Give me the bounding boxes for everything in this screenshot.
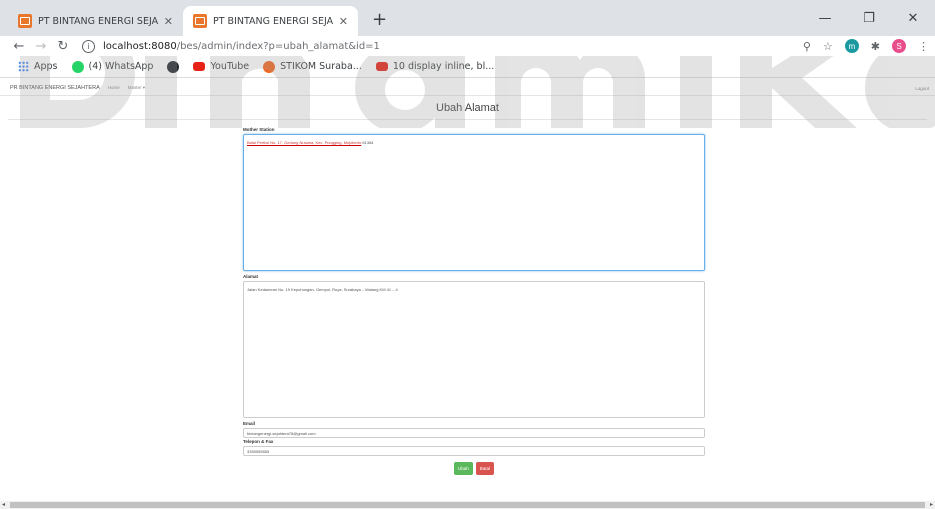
- telepon-label: Telepon & Fax: [243, 439, 274, 444]
- bookmark-display-inline[interactable]: 10 display inline, bl...: [375, 61, 495, 72]
- email-label: Email: [243, 421, 256, 426]
- bookmark-label: 10 display inline, bl...: [392, 61, 495, 72]
- form-actions: Ubah Batal: [243, 462, 705, 475]
- site-favicon-icon: [18, 14, 32, 28]
- email-input[interactable]: bintangenergi.sejahtera78@gmail.com: [243, 428, 705, 438]
- forward-icon[interactable]: →: [30, 39, 52, 54]
- site-favicon-icon: [193, 14, 207, 28]
- mother-station-text: Balai Pertiwi No. 17, Gedung Nusana, Kec…: [247, 140, 362, 145]
- address-bar[interactable]: i localhost:8080/bes/admin/index?p=ubah_…: [82, 37, 380, 55]
- browser-toolbar: ← → ↻ i localhost:8080/bes/admin/index?p…: [0, 36, 935, 56]
- divider: [8, 119, 927, 120]
- minimize-icon[interactable]: —: [803, 0, 847, 36]
- github-icon: [167, 60, 180, 73]
- alamat-textarea[interactable]: Jalan Kedamean No. 19 Kepuhungan, Gempol…: [243, 281, 705, 418]
- zoom-icon[interactable]: ⚲: [803, 40, 811, 53]
- bookmark-label: Apps: [34, 61, 58, 72]
- bookmark-github[interactable]: [167, 60, 180, 73]
- close-tab-icon[interactable]: ✕: [164, 15, 173, 28]
- apps-grid-icon: [18, 61, 29, 72]
- bookmarks-bar: Apps (4) WhatsApp YouTube STIKOM Suraba.…: [0, 56, 935, 78]
- bookmark-whatsapp[interactable]: (4) WhatsApp: [71, 60, 154, 73]
- nav-home[interactable]: Home: [108, 85, 120, 90]
- youtube-icon: [375, 62, 388, 71]
- restore-icon[interactable]: ❐: [847, 0, 891, 36]
- menu-kebab-icon[interactable]: ⋮: [918, 40, 929, 53]
- whatsapp-icon: [71, 60, 84, 73]
- mother-station-textarea[interactable]: Balai Pertiwi No. 17, Gedung Nusana, Kec…: [243, 134, 705, 271]
- browser-tab-1[interactable]: PT BINTANG ENERGI SEJAHTERA ✕: [8, 6, 183, 36]
- telepon-input[interactable]: 3355555555: [243, 446, 705, 456]
- url-host: localhost:8080: [103, 40, 177, 52]
- page-title: Ubah Alamat: [436, 102, 499, 114]
- browser-tab-bar: PT BINTANG ENERGI SEJAHTERA ✕ PT BINTANG…: [0, 0, 935, 36]
- bookmark-youtube[interactable]: YouTube: [193, 61, 249, 72]
- close-tab-icon[interactable]: ✕: [339, 15, 348, 28]
- bookmark-stikom[interactable]: STIKOM Suraba...: [263, 60, 362, 73]
- browser-tab-2[interactable]: PT BINTANG ENERGI SEJAHTERA ✕: [183, 6, 358, 36]
- mother-station-label: Mother Station: [243, 127, 275, 132]
- reload-icon[interactable]: ↻: [52, 39, 74, 54]
- bookmark-label: STIKOM Suraba...: [280, 61, 362, 72]
- nav-master-dropdown[interactable]: Master ▾: [128, 85, 145, 91]
- new-tab-button[interactable]: +: [372, 9, 387, 30]
- mother-station-postcode: 61384: [361, 140, 374, 145]
- ubah-alamat-form: Mother Station Balai Pertiwi No. 17, Ged…: [243, 127, 705, 475]
- close-window-icon[interactable]: ✕: [891, 0, 935, 36]
- horizontal-scrollbar[interactable]: ◂ ▸: [0, 501, 935, 509]
- alamat-text: Jalan Kedamean No. 19 Kepuhungan, Gempol…: [247, 287, 398, 292]
- profile-avatar[interactable]: S: [892, 39, 906, 53]
- bookmark-apps[interactable]: Apps: [18, 61, 58, 72]
- youtube-icon: [193, 62, 206, 71]
- app-navbar: PR BINTANG ENERGI SEJAHTERA Home Master …: [0, 80, 935, 96]
- cancel-button[interactable]: Batal: [475, 462, 495, 475]
- bookmark-label: YouTube: [210, 61, 250, 72]
- scroll-right-icon[interactable]: ▸: [930, 501, 933, 508]
- extension-icon[interactable]: m: [844, 39, 859, 53]
- bookmark-label: (4) WhatsApp: [88, 61, 154, 72]
- alamat-label: Alamat: [243, 274, 259, 279]
- back-icon[interactable]: ←: [8, 39, 30, 54]
- tab-title: PT BINTANG ENERGI SEJAHTERA: [38, 15, 158, 27]
- stikom-icon: [263, 60, 276, 73]
- scroll-left-icon[interactable]: ◂: [2, 501, 5, 508]
- logout-link[interactable]: Logout: [915, 86, 929, 91]
- tab-title: PT BINTANG ENERGI SEJAHTERA: [213, 15, 333, 27]
- submit-button[interactable]: Ubah: [453, 462, 473, 475]
- app-brand[interactable]: PR BINTANG ENERGI SEJAHTERA: [10, 85, 100, 91]
- window-controls: — ❐ ✕: [803, 0, 935, 36]
- url-path: /bes/admin/index?p=ubah_alamat&id=1: [176, 40, 380, 52]
- extensions-puzzle-icon[interactable]: ✱: [871, 40, 880, 53]
- bookmark-star-icon[interactable]: ☆: [823, 40, 833, 53]
- scrollbar-thumb[interactable]: [10, 502, 925, 508]
- info-icon[interactable]: i: [82, 39, 95, 53]
